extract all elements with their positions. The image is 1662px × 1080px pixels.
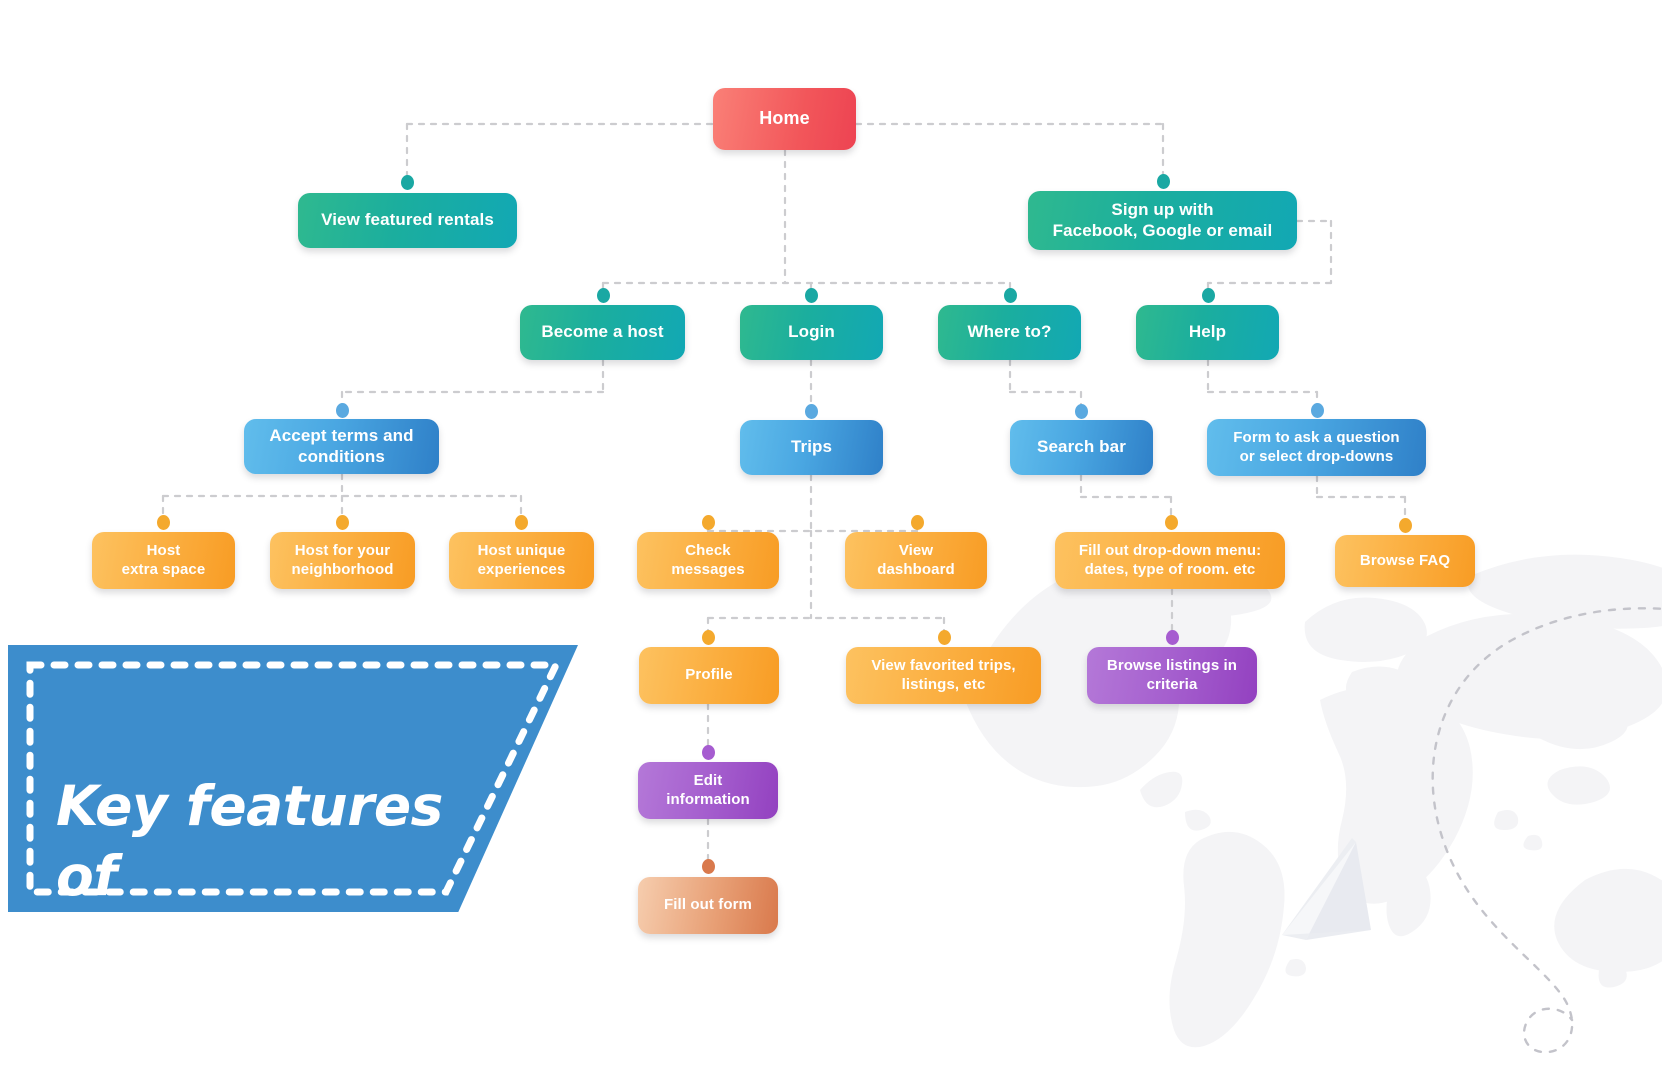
node-where-to[interactable]: Where to? — [938, 305, 1081, 360]
connector-dot-profile — [702, 630, 715, 645]
node-label: View dashboard — [877, 542, 955, 578]
node-host-extra-space[interactable]: Host extra space — [92, 532, 235, 589]
connector-dot-browse-criteria — [1166, 630, 1179, 645]
connector-dot-host-extra-space — [157, 515, 170, 530]
connector-dot-view-dashboard — [911, 515, 924, 530]
node-label: View featured rentals — [321, 210, 494, 230]
node-view-favorited-trips[interactable]: View favorited trips, listings, etc — [846, 647, 1041, 704]
node-label: Home — [759, 108, 810, 129]
node-label: Login — [788, 322, 835, 342]
node-label: Trips — [790, 437, 833, 457]
node-become-a-host[interactable]: Become a host — [520, 305, 685, 360]
node-label: Fill out drop-down menu: dates, type of … — [1078, 542, 1262, 578]
node-label: Where to? — [967, 322, 1052, 342]
node-fill-out-form[interactable]: Fill out form — [638, 877, 778, 934]
connector-dot-where-to — [1004, 288, 1017, 303]
node-view-featured-rentals[interactable]: View featured rentals — [298, 193, 517, 248]
node-help[interactable]: Help — [1136, 305, 1279, 360]
connector-dot-view-favorited — [938, 630, 951, 645]
connector-dot-edit-information — [702, 745, 715, 760]
banner-title: Key features of Travel App — [56, 703, 488, 1080]
connector-dot-view-featured-rentals — [401, 175, 414, 190]
node-view-dashboard[interactable]: View dashboard — [845, 532, 987, 589]
node-home[interactable]: Home — [713, 88, 856, 150]
connector-dot-check-messages — [702, 515, 715, 530]
node-label: Accept terms and conditions — [269, 425, 414, 466]
node-trips[interactable]: Trips — [740, 420, 883, 475]
node-label: Check messages — [671, 542, 745, 578]
node-label: Fill out form — [664, 896, 752, 914]
node-label: Profile — [685, 666, 733, 684]
connector-dot-browse-faq — [1399, 518, 1412, 533]
connector-dot-become-a-host — [597, 288, 610, 303]
banner-title-line1: Key features of — [56, 774, 443, 908]
node-form-to-ask-a-question[interactable]: Form to ask a question or select drop-do… — [1207, 419, 1426, 476]
connector-dot-login — [805, 288, 818, 303]
node-label: Host unique experiences — [477, 542, 566, 578]
connector-dot-fill-out-form — [702, 859, 715, 874]
node-browse-faq[interactable]: Browse FAQ — [1335, 535, 1475, 587]
node-label: View favorited trips, listings, etc — [871, 657, 1016, 693]
node-label: Sign up with Facebook, Google or email — [1052, 199, 1273, 240]
node-label: Browse listings in criteria — [1106, 657, 1238, 693]
connector-dot-signup — [1157, 174, 1170, 189]
connector-dot-host-unique — [515, 515, 528, 530]
flight-path-line — [1431, 607, 1662, 1054]
connector-dot-form-question — [1311, 403, 1324, 418]
connector-dot-trips — [805, 404, 818, 419]
connector-dot-accept-terms — [336, 403, 349, 418]
paper-plane-icon — [1282, 838, 1371, 940]
node-sign-up[interactable]: Sign up with Facebook, Google or email — [1028, 191, 1297, 250]
node-label: Host extra space — [121, 542, 206, 578]
connector-dot-help — [1202, 288, 1215, 303]
node-label: Become a host — [541, 322, 664, 342]
banner-title-line2: Travel App — [56, 982, 380, 1047]
title-banner: Key features of Travel App — [8, 645, 578, 1046]
node-label: Help — [1188, 322, 1227, 342]
node-label: Edit information — [666, 772, 750, 808]
node-browse-listings-in-criteria[interactable]: Browse listings in criteria — [1087, 647, 1257, 704]
node-login[interactable]: Login — [740, 305, 883, 360]
connector-dot-host-neighborhood — [336, 515, 349, 530]
node-label: Browse FAQ — [1359, 551, 1451, 569]
node-label: Form to ask a question or select drop-do… — [1233, 429, 1400, 465]
node-accept-terms-and-conditions[interactable]: Accept terms and conditions — [244, 419, 439, 474]
node-host-unique-experiences[interactable]: Host unique experiences — [449, 532, 594, 589]
node-label: Search bar — [1037, 437, 1126, 457]
connector-dot-fill-dropdown — [1165, 515, 1178, 530]
node-fill-out-drop-down-menu[interactable]: Fill out drop-down menu: dates, type of … — [1055, 532, 1285, 589]
node-profile[interactable]: Profile — [639, 647, 779, 704]
connector-dot-search-bar — [1075, 404, 1088, 419]
node-label: Host for your neighborhood — [291, 542, 394, 578]
node-edit-information[interactable]: Edit information — [638, 762, 778, 819]
infographic-canvas: Home View featured rentals Sign up with … — [0, 0, 1662, 1080]
node-check-messages[interactable]: Check messages — [637, 532, 779, 589]
node-host-for-your-neighborhood[interactable]: Host for your neighborhood — [270, 532, 415, 589]
node-search-bar[interactable]: Search bar — [1010, 420, 1153, 475]
